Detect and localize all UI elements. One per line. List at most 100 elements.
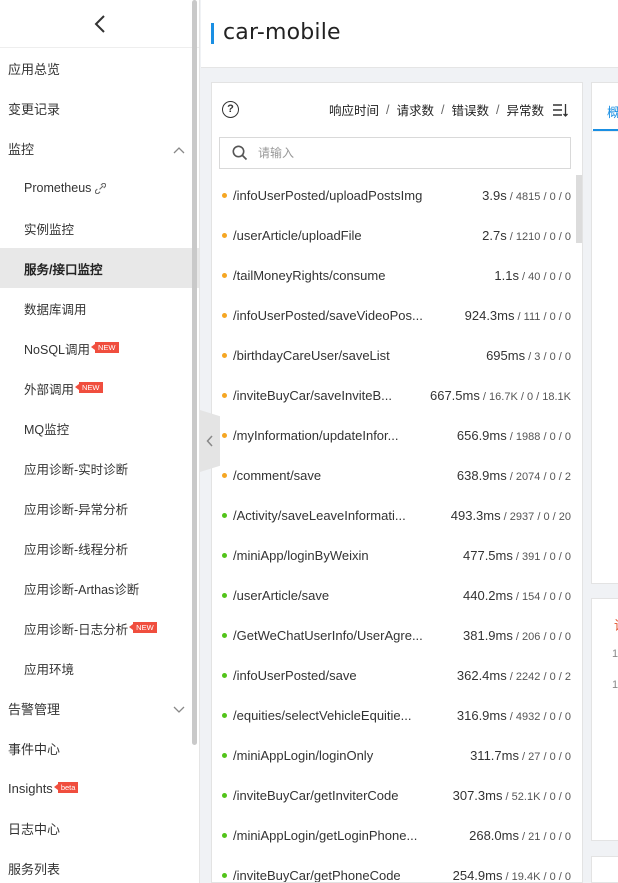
interface-row[interactable]: /comment/save 638.9ms / 2074 / 0 / 2	[212, 455, 582, 495]
search-icon	[232, 145, 248, 161]
sidebar-item[interactable]: 应用环境	[0, 648, 199, 688]
exception-count: 0	[564, 230, 571, 243]
interface-row[interactable]: /infoUserPosted/saveVideoPos... 924.3ms /…	[212, 295, 582, 335]
request-count: 391	[522, 550, 541, 563]
sidebar-item[interactable]: 应用诊断-异常分析	[0, 488, 199, 528]
interface-row[interactable]: /miniApp/loginByWeixin 477.5ms / 391 / 0 …	[212, 535, 582, 575]
interface-row[interactable]: /Activity/saveLeaveInformati... 493.3ms /…	[212, 495, 582, 535]
interface-row[interactable]: /userArticle/uploadFile 2.7s / 1210 / 0 /…	[212, 215, 582, 255]
interface-path: /userArticle/uploadFile	[233, 227, 362, 243]
sidebar-item-label: 应用诊断-实时诊断	[24, 462, 129, 477]
exception-count: 0	[564, 430, 571, 443]
exception-count: 0	[564, 870, 571, 883]
stat-separator: /	[479, 390, 490, 403]
sidebar-item-label: 事件中心	[8, 741, 61, 757]
request-count: 1988	[515, 430, 541, 443]
sidebar-item[interactable]: 实例监控	[0, 208, 199, 248]
sidebar-item[interactable]: 数据库调用	[0, 288, 199, 328]
interface-row[interactable]: /inviteBuyCar/getPhoneCode 254.9ms / 19.4…	[212, 855, 582, 883]
sort-icon[interactable]	[552, 103, 568, 117]
sidebar-item-label: 数据库调用	[24, 302, 87, 317]
interface-row[interactable]: /infoUserPosted/uploadPostsImg 3.9s / 481…	[212, 175, 582, 215]
stat-separator: /	[540, 430, 550, 443]
sidebar-item[interactable]: 应用总览	[0, 48, 199, 88]
request-count: 40	[528, 270, 541, 283]
interface-path: /userArticle/save	[233, 587, 330, 603]
sidebar-item-label: 应用总览	[8, 61, 61, 77]
interface-row[interactable]: /inviteBuyCar/saveInviteB... 667.5ms / 16…	[212, 375, 582, 415]
interface-row[interactable]: /birthdayCareUser/saveList 695ms / 3 / 0 …	[212, 335, 582, 375]
stat-separator: /	[555, 590, 565, 603]
sidebar-item[interactable]: 应用诊断-线程分析	[0, 528, 199, 568]
sidebar-item[interactable]: 应用诊断-实时诊断	[0, 448, 199, 488]
stat-separator: /	[540, 750, 550, 763]
stat-separator: /	[506, 230, 516, 243]
interface-row[interactable]: /tailMoneyRights/consume 1.1s / 40 / 0 / …	[212, 255, 582, 295]
stat-separator: /	[555, 190, 565, 203]
metric-errors[interactable]: 错误数	[451, 100, 489, 119]
sidebar-item[interactable]: NoSQL调用 NEW	[0, 328, 199, 368]
sidebar-item[interactable]: 服务列表	[0, 848, 199, 883]
stat-separator: /	[512, 590, 523, 603]
sidebar-item[interactable]: MQ监控	[0, 408, 199, 448]
sidebar-item[interactable]: 应用诊断-Arthas诊断	[0, 568, 199, 608]
status-dot	[222, 632, 227, 638]
interface-row[interactable]: /userArticle/save 440.2ms / 154 / 0 / 0	[212, 575, 582, 615]
interface-path: /miniApp/loginByWeixin	[233, 547, 369, 563]
request-count: 21	[528, 830, 541, 843]
interface-row[interactable]: /GetWeChatUserInfo/UserAgre... 381.9ms / …	[212, 615, 582, 655]
bottom-panel	[591, 856, 618, 883]
sidebar-item[interactable]: 事件中心	[0, 728, 199, 768]
link-icon	[95, 182, 107, 194]
stat-separator: /	[555, 790, 565, 803]
tab-overview[interactable]: 概	[607, 102, 618, 121]
back-button[interactable]	[0, 0, 199, 48]
sidebar-item-badge: NEW	[91, 341, 119, 353]
sidebar-item[interactable]: 日志中心	[0, 808, 199, 848]
interface-stats: 656.9ms / 1988 / 0 / 0	[457, 428, 571, 443]
interface-path: /myInformation/updateInfor...	[233, 427, 399, 443]
status-dot	[222, 792, 227, 798]
interface-row[interactable]: /myInformation/updateInfor... 656.9ms / 1…	[212, 415, 582, 455]
interface-row[interactable]: /inviteBuyCar/getInviterCode 307.3ms / 52…	[212, 775, 582, 815]
list-scrollbar[interactable]	[576, 175, 582, 243]
interface-row[interactable]: /miniAppLogin/loginOnly 311.7ms / 27 / 0 …	[212, 735, 582, 775]
request-count: 111	[523, 310, 541, 323]
exception-count: 0	[564, 310, 571, 323]
interface-row[interactable]: /infoUserPosted/save 362.4ms / 2242 / 0 /…	[212, 655, 582, 695]
interface-stats: 1.1s / 40 / 0 / 0	[494, 268, 571, 283]
sidebar-item[interactable]: Insights beta	[0, 768, 199, 808]
search-box	[219, 137, 571, 169]
metric-requests[interactable]: 请求数	[396, 100, 434, 119]
sidebar-item[interactable]: 监控	[0, 128, 199, 168]
interface-stats: 381.9ms / 206 / 0 / 0	[463, 628, 571, 643]
stat-separator: /	[540, 550, 550, 563]
response-time-value: 254.9ms	[452, 867, 503, 883]
metric-response-time[interactable]: 响应时间	[329, 100, 379, 119]
response-time-value: 638.9ms	[456, 467, 507, 483]
sidebar-collapse-handle[interactable]	[200, 410, 220, 472]
help-icon[interactable]: ?	[222, 100, 239, 118]
sidebar-item[interactable]: 变更记录	[0, 88, 199, 128]
exception-count: 0	[564, 750, 571, 763]
sidebar-item[interactable]: 外部调用 NEW	[0, 368, 199, 408]
interface-list-panel: ? 响应时间 / 请求数 / 错误数 / 异常数 /infoUserPosted…	[211, 82, 583, 883]
interface-row[interactable]: /equities/selectVehicleEquitie... 316.9ms…	[212, 695, 582, 735]
page-title: car-mobile	[223, 20, 341, 45]
metric-exceptions[interactable]: 异常数	[506, 100, 544, 119]
interface-path: /infoUserPosted/save	[233, 667, 357, 683]
sidebar-item[interactable]: 告警管理	[0, 688, 199, 728]
sidebar-item[interactable]: 服务/接口监控	[0, 248, 199, 288]
stat-separator: /	[500, 510, 510, 523]
sidebar-scrollbar[interactable]	[192, 0, 197, 745]
sidebar-item[interactable]: Prometheus	[0, 168, 199, 208]
sidebar-item[interactable]: 应用诊断-日志分析 NEW	[0, 608, 199, 648]
chevron-up-icon[interactable]	[173, 142, 185, 157]
response-time-value: 924.3ms	[464, 307, 515, 323]
chevron-down-icon[interactable]	[173, 702, 185, 717]
sidebar-item-label: NoSQL调用	[24, 342, 90, 357]
interface-row[interactable]: /miniAppLogin/getLoginPhone... 268.0ms / …	[212, 815, 582, 855]
search-input[interactable]	[258, 146, 538, 160]
exception-count: 0	[564, 590, 571, 603]
interface-stats: 2.7s / 1210 / 0 / 0	[482, 228, 571, 243]
